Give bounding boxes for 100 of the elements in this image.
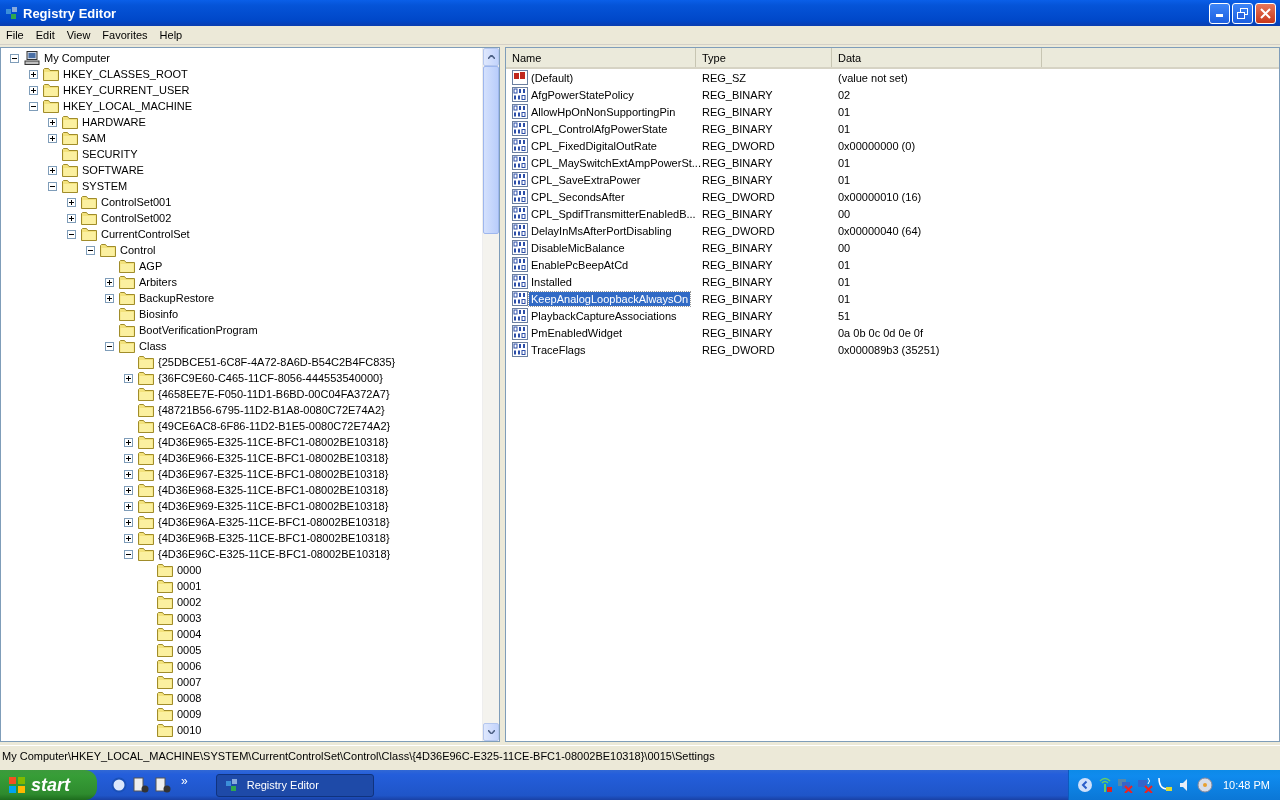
collapse-icon[interactable] [67, 229, 76, 239]
value-name[interactable]: CPL_SaveExtraPower [529, 172, 643, 187]
tree-item[interactable]: Class [137, 339, 169, 353]
vertical-scrollbar[interactable] [482, 48, 499, 741]
value-name[interactable]: CPL_SpdifTransmitterEnabledB... [529, 206, 698, 221]
tree-item[interactable]: HKEY_CLASSES_ROOT [61, 67, 190, 81]
expand-icon[interactable] [124, 533, 133, 543]
tree-item[interactable]: SAM [80, 131, 108, 145]
tree-item[interactable]: 0001 [175, 579, 204, 593]
value-name[interactable]: Installed [529, 274, 574, 289]
tree-item[interactable]: AGP [137, 259, 165, 273]
expand-icon[interactable] [105, 277, 114, 287]
value-name[interactable]: CPL_FixedDigitalOutRate [529, 138, 659, 153]
tree-item[interactable]: {49CE6AC8-6F86-11D2-B1E5-0080C72E74A2} [156, 419, 393, 433]
menu-item[interactable]: Edit [29, 29, 61, 41]
tree-item[interactable]: {36FC9E60-C465-11CF-8056-444553540000} [156, 371, 385, 385]
tree-item[interactable]: 0002 [175, 595, 204, 609]
expand-icon[interactable] [67, 197, 76, 207]
tree-item[interactable]: {4D36E967-E325-11CE-BFC1-08002BE10318} [156, 467, 391, 481]
tree-item[interactable]: {4D36E966-E325-11CE-BFC1-08002BE10318} [156, 451, 391, 465]
value-name[interactable]: EnablePcBeepAtCd [529, 257, 631, 272]
tree-item[interactable]: 0004 [175, 627, 204, 641]
value-name[interactable]: AfgPowerStatePolicy [529, 87, 636, 102]
tree-item[interactable]: {4D36E96C-E325-11CE-BFC1-08002BE10318} [156, 547, 393, 561]
expand-icon[interactable] [48, 165, 57, 175]
collapse-icon[interactable] [124, 549, 133, 559]
tree-item[interactable]: HARDWARE [80, 115, 148, 129]
tree-item[interactable]: ControlSet001 [99, 195, 174, 209]
tree-item[interactable]: 0000 [175, 563, 204, 577]
expand-icon[interactable] [124, 501, 133, 511]
disc-icon[interactable] [1196, 777, 1213, 793]
tree-item[interactable]: HKEY_CURRENT_USER [61, 83, 192, 97]
minimize-button[interactable] [1209, 2, 1230, 24]
expand-icon[interactable] [29, 85, 38, 95]
value-name[interactable]: DelayInMsAfterPortDisabling [529, 223, 674, 238]
value-name[interactable]: AllowHpOnNonSupportingPin [529, 104, 678, 119]
tree-item[interactable]: Biosinfo [137, 307, 181, 321]
network-disconnected-icon[interactable] [1136, 777, 1153, 793]
expand-icon[interactable] [124, 453, 133, 463]
collapse-icon[interactable] [10, 53, 19, 63]
tree-item[interactable]: My Computer [42, 51, 113, 65]
scroll-thumb[interactable] [483, 66, 499, 234]
tree-item[interactable]: BackupRestore [137, 291, 217, 305]
menu-item[interactable]: View [60, 29, 97, 41]
tree-item[interactable]: BootVerificationProgram [137, 323, 260, 337]
value-name[interactable]: TraceFlags [529, 342, 588, 357]
expand-icon[interactable] [124, 485, 133, 495]
tree-item[interactable]: CurrentControlSet [99, 227, 192, 241]
tree-item[interactable]: 0008 [175, 691, 204, 705]
tree-item[interactable]: {4D36E96B-E325-11CE-BFC1-08002BE10318} [156, 531, 392, 545]
expand-icon[interactable] [48, 117, 57, 127]
more-button[interactable]: » [177, 774, 192, 788]
tree-item[interactable]: HKEY_LOCAL_MACHINE [61, 99, 194, 113]
tree-item[interactable]: ControlSet002 [99, 211, 174, 225]
expand-icon[interactable] [124, 373, 133, 383]
collapse-icon[interactable] [48, 181, 57, 191]
quick-launch-button[interactable] [111, 777, 127, 793]
value-name[interactable]: PlaybackCaptureAssociations [529, 308, 679, 323]
value-name[interactable]: (Default) [529, 70, 576, 85]
expand-icon[interactable] [124, 517, 133, 527]
cable-icon[interactable] [1156, 777, 1173, 793]
tree-item[interactable]: 0010 [175, 723, 204, 737]
tree-item[interactable]: SECURITY [80, 147, 140, 161]
tree-item[interactable]: {4D36E96A-E325-11CE-BFC1-08002BE10318} [156, 515, 392, 529]
close-button[interactable] [1255, 2, 1276, 24]
tree-item[interactable]: {4D36E965-E325-11CE-BFC1-08002BE10318} [156, 435, 391, 449]
value-name[interactable]: PmEnabledWidget [529, 325, 625, 340]
column-header[interactable]: Name [506, 48, 696, 67]
tree-item[interactable]: {48721B56-6795-11D2-B1A8-0080C72E74A2} [156, 403, 387, 417]
tree-item[interactable]: {4D36E968-E325-11CE-BFC1-08002BE10318} [156, 483, 391, 497]
value-name[interactable]: CPL_ControlAfgPowerState [529, 121, 670, 136]
chevron-left-icon[interactable] [1076, 777, 1093, 793]
expand-icon[interactable] [124, 437, 133, 447]
menu-item[interactable]: Favorites [96, 29, 154, 41]
collapse-icon[interactable] [105, 341, 114, 351]
column-header[interactable]: Type [696, 48, 832, 67]
tree-item[interactable]: {4658EE7E-F050-11D1-B6BD-00C04FA372A7} [156, 387, 392, 401]
restore-button[interactable] [1232, 2, 1253, 24]
value-name[interactable]: KeepAnalogLoopbackAlwaysOn [529, 291, 691, 306]
expand-icon[interactable] [48, 133, 57, 143]
start-button[interactable]: start [0, 770, 97, 800]
tree-item[interactable]: 0003 [175, 611, 204, 625]
value-name[interactable]: CPL_SecondsAfter [529, 189, 627, 204]
expand-icon[interactable] [29, 69, 38, 79]
tree-item[interactable]: Arbiters [137, 275, 179, 289]
collapse-icon[interactable] [29, 101, 38, 111]
value-name[interactable]: DisableMicBalance [529, 240, 627, 255]
menu-item[interactable]: Help [153, 29, 189, 41]
tree-item[interactable]: Control [118, 243, 158, 257]
column-header[interactable]: Data [832, 48, 1042, 67]
tree-item[interactable]: {25DBCE51-6C8F-4A72-8A6D-B54C2B4FC835} [156, 355, 398, 369]
tree-item[interactable]: {4D36E969-E325-11CE-BFC1-08002BE10318} [156, 499, 391, 513]
tree-item[interactable]: 0009 [175, 707, 204, 721]
menu-item[interactable]: File [0, 29, 30, 41]
expand-icon[interactable] [67, 213, 76, 223]
scroll-down-button[interactable] [483, 723, 499, 741]
taskbar-button[interactable]: Registry Editor [215, 773, 374, 797]
expand-icon[interactable] [124, 469, 133, 479]
expand-icon[interactable] [105, 293, 114, 303]
collapse-icon[interactable] [86, 245, 95, 255]
